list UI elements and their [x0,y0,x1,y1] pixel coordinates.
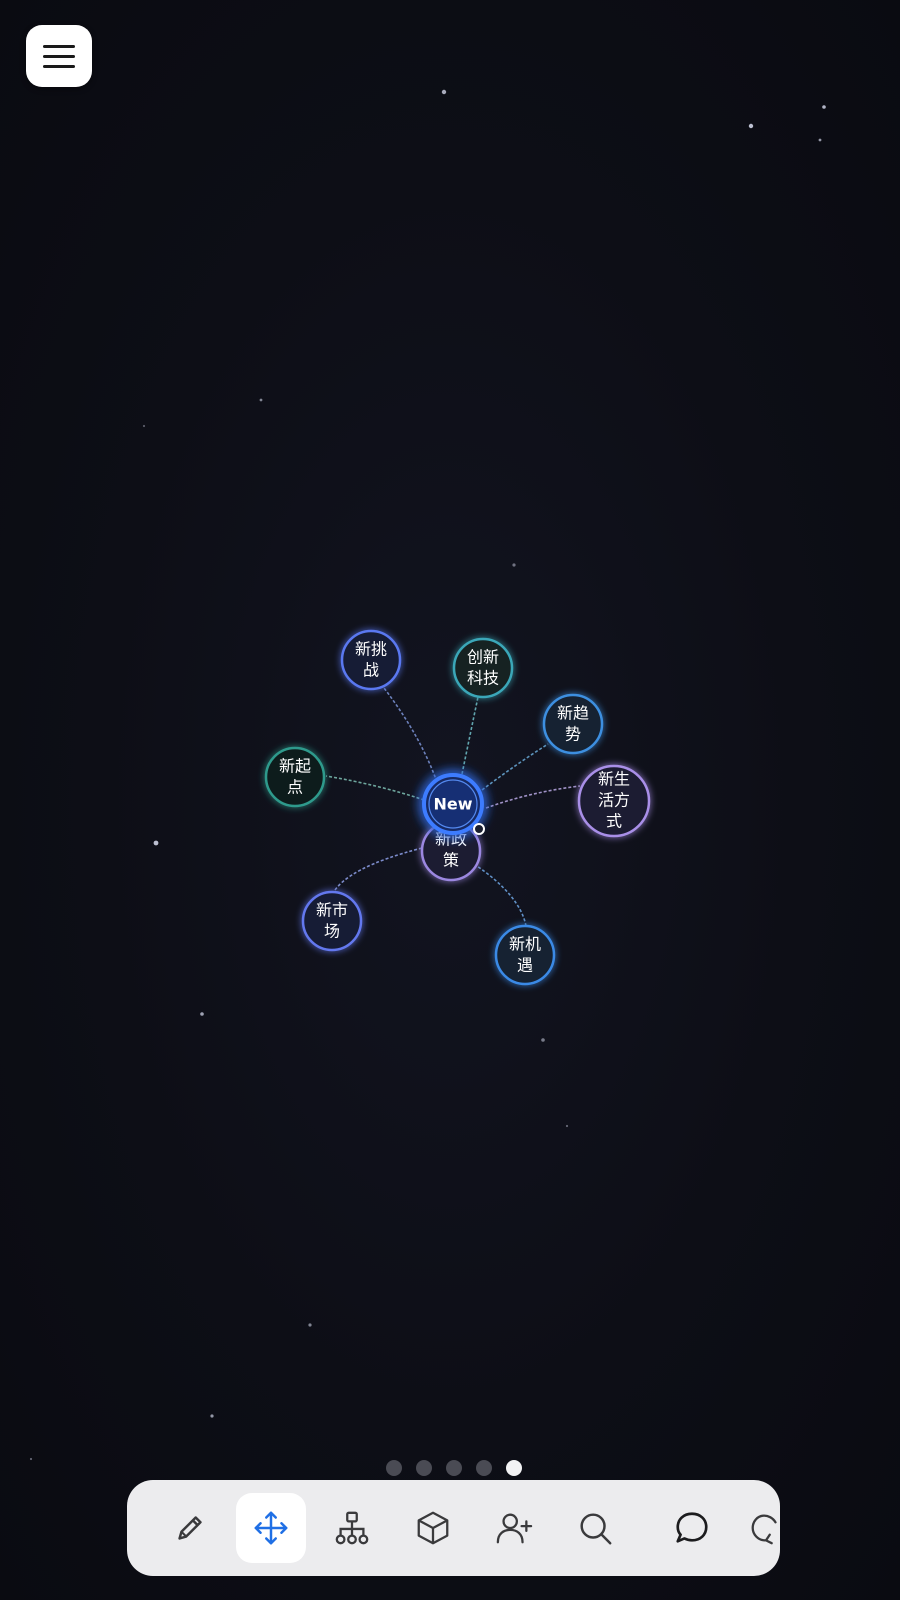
add-user-icon [496,1513,533,1544]
center-node[interactable]: New [422,773,484,835]
node-jiyu-line1: 新机 [509,935,541,954]
add-user-tool-button[interactable] [479,1493,549,1563]
connector-shichang [331,847,423,896]
node-shenghuo-line1: 新生 [598,770,630,789]
page-dot-4[interactable] [476,1460,492,1476]
node-jiyu[interactable]: 新机 遇 [494,924,556,986]
hamburger-menu-icon [43,44,75,48]
node-shichang-line2: 场 [324,922,340,941]
page-dot-1[interactable] [386,1460,402,1476]
search-tool-button[interactable] [560,1493,630,1563]
hamburger-bar [43,54,75,58]
chat-tool-button[interactable] [657,1493,727,1563]
pencil-tool-button[interactable] [155,1493,225,1563]
chat-icon [676,1512,708,1543]
page-dot-3[interactable] [446,1460,462,1476]
refresh-icon [751,1514,777,1545]
node-qidian-line1: 新起 [279,757,311,776]
connector-qushi [481,743,549,791]
cube-tool-button[interactable] [398,1493,468,1563]
node-qushi-line1: 新趋 [557,704,589,723]
node-chuangxin-line2: 科技 [467,669,499,688]
star-field [29,89,826,1461]
resize-handle-icon[interactable] [473,823,485,835]
page-dot-2[interactable] [416,1460,432,1476]
pencil-icon [178,1516,202,1540]
cube-icon [417,1511,449,1545]
search-icon [580,1513,612,1545]
node-shichang-line1: 新市 [316,901,348,920]
node-tiaozhan-line2: 战 [363,661,379,680]
center-node-label: New [433,795,472,814]
node-chuangxin-line1: 创新 [467,648,499,667]
hamburger-bar [43,64,75,68]
move-icon [254,1511,288,1545]
node-shenghuo-line2: 活方 [598,791,630,810]
connector-jiyu [473,863,527,927]
node-shichang[interactable]: 新市 场 [301,890,363,952]
node-qushi-line2: 势 [565,725,581,744]
bottom-toolbar [127,1480,780,1576]
node-shenghuo[interactable]: 新生 活方 式 [577,764,651,838]
page-dot-5[interactable] [506,1460,522,1476]
node-jiyu-line2: 遇 [517,956,533,975]
node-qushi[interactable]: 新趋 势 [542,693,604,755]
hierarchy-tool-button[interactable] [317,1493,387,1563]
node-qidian-line2: 点 [287,778,303,797]
mindmap-svg: 新挑 战 创新 科技 新趋 势 新生 活方 式 新起 点 新市 场 新机 遇 新… [29,89,826,1461]
node-zhengce-line2: 策 [443,851,459,870]
menu-button[interactable] [26,25,92,87]
connector-tiaozhan [383,687,438,783]
refresh-tool-button[interactable] [731,1493,780,1563]
node-tiaozhan-line1: 新挑 [355,640,387,659]
node-shenghuo-line3: 式 [606,812,622,831]
connector-qidian [325,775,425,801]
move-tool-button[interactable] [236,1493,306,1563]
connector-chuangxin [460,696,479,780]
node-chuangxin[interactable]: 创新 科技 [452,637,514,699]
connector-shenghuo [485,785,581,809]
page-indicator [0,1460,900,1476]
mindmap-canvas[interactable]: 新挑 战 创新 科技 新趋 势 新生 活方 式 新起 点 新市 场 新机 遇 新… [0,0,900,1600]
node-qidian[interactable]: 新起 点 [264,746,326,808]
node-tiaozhan[interactable]: 新挑 战 [340,629,402,691]
hierarchy-icon [335,1511,369,1545]
